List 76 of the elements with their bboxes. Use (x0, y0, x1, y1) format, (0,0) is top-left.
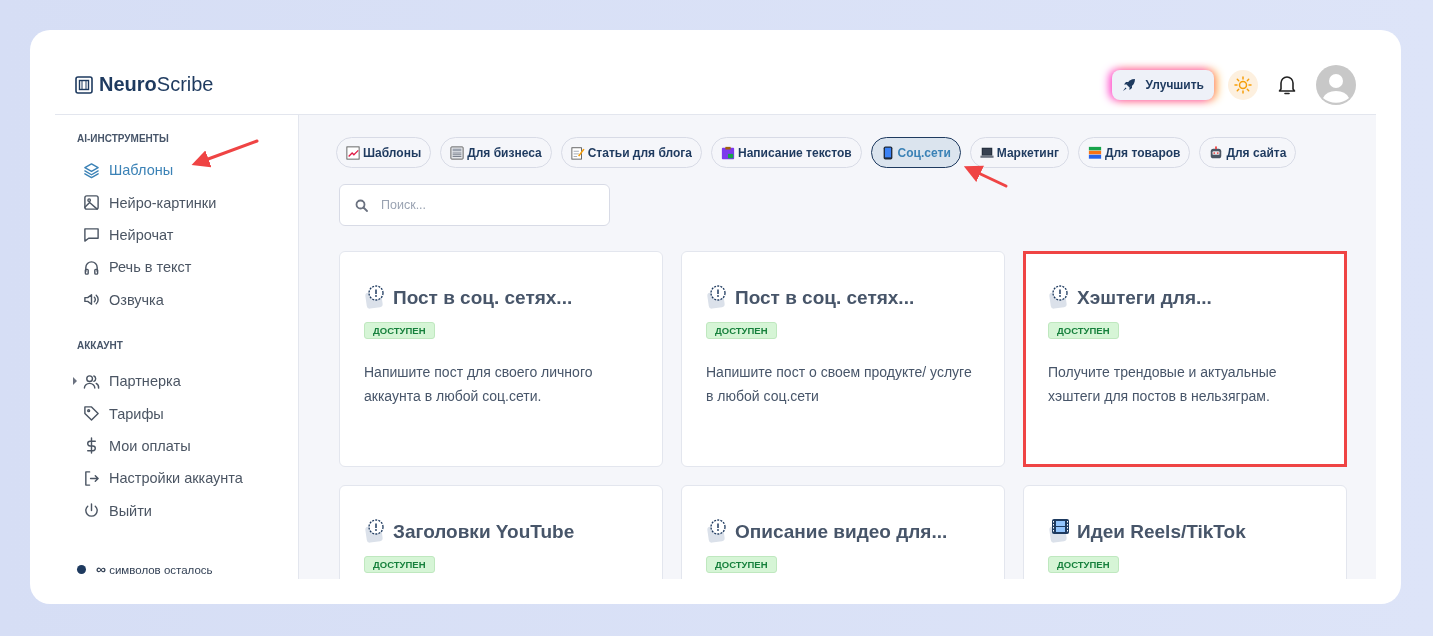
card-description: Напишите пост для своего личного аккаунта в любой соц.сети. (364, 363, 594, 406)
section-title: АККАУНТ (77, 339, 124, 351)
sidebar-item[interactable]: Мои оплаты (77, 429, 298, 463)
annotation-arrow (963, 165, 1008, 188)
category-chip[interactable]: Маркетинг (969, 137, 1069, 168)
sidebar-item[interactable]: Озвучка (77, 283, 298, 316)
status-badge: ДОСТУПЕН (706, 556, 777, 573)
logo-text: NeuroScribe (99, 73, 214, 96)
robot-icon (1209, 145, 1224, 160)
category-chip[interactable]: Для товаров (1077, 137, 1191, 168)
sun-icon (1234, 75, 1252, 94)
power-icon (83, 502, 100, 520)
note-alert-icon (364, 518, 386, 544)
category-chip[interactable]: Написание текстов (711, 137, 862, 168)
card-title: Хэштеги для... (1077, 287, 1212, 310)
chat-icon (83, 226, 100, 244)
note-alert-icon (706, 518, 728, 544)
status-badge: ДОСТУПЕН (1048, 322, 1119, 339)
status-badge: ДОСТУПЕН (364, 322, 435, 339)
users-icon (83, 372, 100, 390)
template-card[interactable]: Пост в соц. сетях... ДОСТУПЕН Напишите пост о своем продукте/ услуге в любой соц.сети (681, 251, 1005, 467)
sidebar-item[interactable]: Речь в текст (77, 251, 298, 284)
status-badge: ДОСТУПЕН (1048, 556, 1119, 573)
status-badge: ДОСТУПЕН (706, 322, 777, 339)
template-card[interactable]: Пост в соц. сетях... ДОСТУПЕН Напишите пост для своего личного аккаунта в любой соц.сети. (339, 251, 663, 467)
exit-icon (83, 469, 100, 487)
category-chip[interactable]: Для бизнеса (440, 137, 552, 168)
newspaper-icon (450, 145, 465, 160)
sidebar-item[interactable]: Настройки аккаунта (77, 462, 298, 495)
template-card[interactable]: Хэштеги для... ДОСТУПЕН Получите трендовые и актуальные хэштеги для постов в нельзяграм. (1023, 251, 1347, 467)
layers-icon (83, 161, 100, 179)
chart-icon (346, 145, 360, 160)
film-icon (1048, 518, 1070, 544)
category-chip[interactable]: Статьи для блога (560, 137, 702, 168)
search-field[interactable]: Поиск... (339, 184, 610, 226)
sidebar-item[interactable]: Выйти (77, 494, 298, 527)
card-description: Получите трендовые и актуальные хэштеги для постов в нельзяграм. (1048, 363, 1278, 406)
sidebar-item[interactable]: Нейро-картинки (77, 186, 298, 219)
tag-icon (83, 405, 100, 423)
template-card[interactable]: Описание видео для... ДОСТУПЕН (681, 485, 1005, 579)
annotation-arrow (191, 139, 259, 168)
laptop-icon (979, 145, 994, 160)
category-chip[interactable]: Шаблоны (336, 137, 432, 168)
image-icon (83, 194, 100, 212)
logo-icon (75, 75, 93, 94)
sidebar-item[interactable]: Партнерка (77, 364, 298, 398)
card-description: Напишите пост о своем продукте/ услуге в любой соц.сети (706, 363, 973, 406)
category-chip[interactable]: Для сайта (1199, 137, 1297, 168)
card-title: Описание видео для... (735, 521, 948, 544)
caret-icon (73, 377, 77, 386)
sidebar-item[interactable]: Нейрочат (77, 218, 298, 252)
note-alert-icon (1048, 284, 1070, 310)
card-title: Пост в соц. сетях... (393, 287, 573, 310)
avatar[interactable] (1316, 64, 1356, 105)
quota-text: ∞ символов осталось (96, 561, 213, 577)
theme-toggle-button[interactable] (1228, 69, 1258, 100)
status-dot (77, 564, 86, 574)
sidebar-item[interactable]: Тарифы (77, 397, 298, 430)
search-icon (355, 199, 368, 212)
bell-icon[interactable] (1278, 74, 1296, 95)
note-alert-icon (706, 284, 728, 310)
headphones-icon (83, 258, 100, 276)
template-card[interactable]: Идеи Reels/TikTok ДОСТУПЕН (1023, 485, 1347, 579)
status-badge: ДОСТУПЕН (364, 556, 435, 573)
card-title: Пост в соц. сетях... (735, 287, 915, 310)
note-alert-icon (364, 284, 386, 310)
card-title: Идеи Reels/TikTok (1077, 521, 1246, 544)
sidebar-item[interactable]: Шаблоны (77, 154, 298, 187)
rocket-icon (1121, 77, 1136, 92)
clipboard-icon (721, 145, 735, 160)
upgrade-button[interactable]: Улучшить (1111, 69, 1214, 100)
memo-icon (570, 145, 585, 160)
template-card[interactable]: Заголовки YouTube ДОСТУПЕН (339, 485, 663, 579)
section-title: AI-ИНСТРУМЕНТЫ (77, 133, 170, 144)
card-title: Заголовки YouTube (393, 521, 575, 544)
books-icon (1087, 145, 1102, 160)
